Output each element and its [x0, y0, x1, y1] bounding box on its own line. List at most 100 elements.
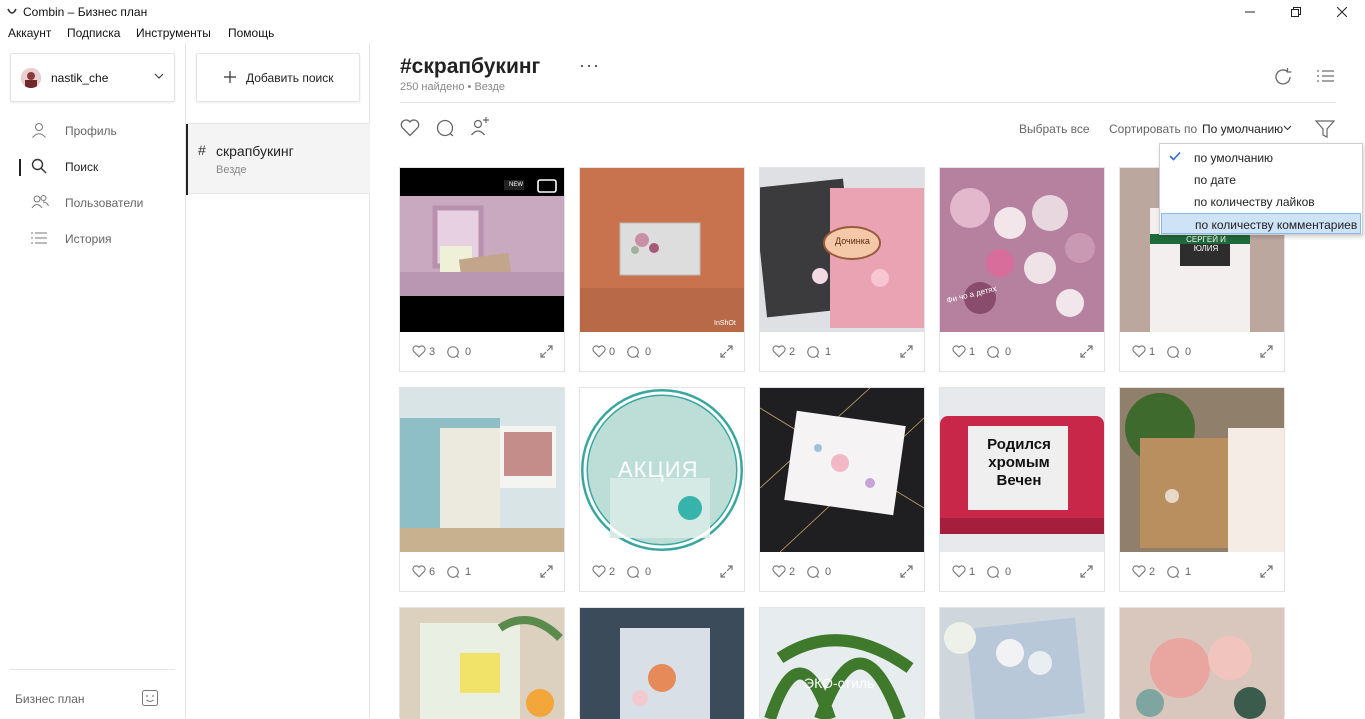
expand-icon[interactable] [900, 565, 913, 578]
post-stats: 0 0 [580, 332, 744, 372]
heart-icon[interactable] [592, 565, 606, 578]
post-image[interactable]: Дочинка [760, 168, 924, 332]
post-image[interactable] [400, 608, 564, 719]
sort-option-default[interactable]: по умолчанию [1161, 147, 1361, 168]
heart-icon[interactable] [412, 565, 426, 578]
post-card[interactable]: Фи чо а детях 1 0 [939, 167, 1105, 372]
comment-icon[interactable] [626, 345, 640, 359]
post-card[interactable]: 2 1 [1119, 387, 1285, 592]
post-card[interactable]: InShOt 0 0 [579, 167, 745, 372]
post-card[interactable]: NEW 3 0 [399, 167, 565, 372]
select-all-button[interactable]: Выбрать все [1019, 122, 1090, 136]
sort-option-comments[interactable]: по количеству комментариев [1161, 213, 1361, 234]
post-card[interactable] [579, 607, 745, 719]
post-card[interactable] [1119, 607, 1285, 719]
post-image[interactable] [760, 388, 924, 552]
follow-user-icon[interactable] [470, 116, 492, 136]
saved-search-item[interactable]: # скрапбукинг Везде [186, 123, 370, 195]
filter-icon[interactable] [1315, 119, 1335, 139]
like-count: 1 [969, 346, 976, 358]
post-image[interactable] [400, 388, 564, 552]
expand-icon[interactable] [1080, 345, 1093, 358]
sort-option-likes[interactable]: по количеству лайков [1161, 191, 1361, 212]
minimize-button[interactable] [1227, 0, 1273, 24]
post-image[interactable]: InShOt [580, 168, 744, 332]
account-selector[interactable]: nastik_che [10, 53, 175, 102]
nav-history[interactable]: История [0, 221, 185, 257]
sort-option-date[interactable]: по дате [1161, 169, 1361, 190]
comment-icon[interactable] [986, 565, 1000, 579]
restore-button[interactable] [1273, 0, 1319, 24]
post-image[interactable] [1120, 608, 1284, 719]
comment-icon[interactable] [435, 119, 455, 137]
nav-users[interactable]: Пользователи [0, 185, 185, 221]
close-button[interactable] [1319, 0, 1365, 24]
post-image[interactable] [580, 608, 744, 719]
nav-search[interactable]: Поиск [0, 149, 185, 185]
comment-icon[interactable] [626, 565, 640, 579]
app-logo-icon [7, 8, 17, 14]
menu-subscription[interactable]: Подписка [67, 26, 120, 40]
add-search-button[interactable]: Добавить поиск [196, 53, 360, 102]
like-count: 6 [429, 566, 436, 578]
expand-icon[interactable] [540, 345, 553, 358]
post-card[interactable]: ЭКО-стиль [759, 607, 925, 719]
restore-icon [1291, 7, 1301, 17]
post-image[interactable]: ЭКО-стиль [760, 608, 924, 719]
nav-profile[interactable]: Профиль [0, 113, 185, 149]
saved-search-name: скрапбукинг [216, 143, 294, 159]
post-card[interactable]: АКЦИЯ 2 0 [579, 387, 745, 592]
heart-icon[interactable] [772, 565, 786, 578]
comment-icon[interactable] [806, 565, 820, 579]
expand-icon[interactable] [720, 345, 733, 358]
comment-icon[interactable] [446, 345, 460, 359]
heart-icon[interactable] [1132, 345, 1146, 358]
expand-icon[interactable] [900, 345, 913, 358]
post-card[interactable] [399, 607, 565, 719]
refresh-icon[interactable] [1273, 67, 1293, 87]
post-image[interactable]: Родился хромым Вечен [940, 388, 1104, 552]
heart-icon[interactable] [1132, 565, 1146, 578]
search-icon [31, 158, 47, 174]
expand-icon[interactable] [1260, 345, 1273, 358]
post-image[interactable]: АКЦИЯ [580, 388, 744, 552]
post-image[interactable] [1120, 388, 1284, 552]
post-card[interactable]: 2 0 [759, 387, 925, 592]
list-view-icon[interactable] [1317, 69, 1334, 83]
post-image[interactable]: NEW [400, 168, 564, 332]
chevron-down-icon[interactable] [1283, 125, 1292, 131]
comment-icon[interactable] [806, 345, 820, 359]
smile-feedback-icon[interactable] [142, 690, 158, 706]
post-card[interactable]: 6 1 [399, 387, 565, 592]
comment-icon[interactable] [1166, 565, 1180, 579]
post-card[interactable]: Дочинка 2 1 [759, 167, 925, 372]
plan-label[interactable]: Бизнес план [15, 692, 85, 706]
sort-label: Сортировать по [1109, 122, 1198, 136]
hashtag-icon: # [198, 142, 206, 158]
expand-icon[interactable] [1080, 565, 1093, 578]
menu-account[interactable]: Аккаунт [8, 26, 51, 40]
menu-help[interactable]: Помощь [228, 26, 274, 40]
comment-count: 1 [465, 566, 472, 578]
expand-icon[interactable] [1260, 565, 1273, 578]
more-options-button[interactable]: ··· [579, 55, 600, 76]
post-image[interactable]: Фи чо а детях [940, 168, 1104, 332]
heart-icon[interactable] [772, 345, 786, 358]
post-card[interactable]: Родился хромым Вечен 1 0 [939, 387, 1105, 592]
post-card[interactable] [939, 607, 1105, 719]
heart-icon[interactable] [592, 345, 606, 358]
comment-icon[interactable] [1166, 345, 1180, 359]
expand-icon[interactable] [540, 565, 553, 578]
heart-icon[interactable] [412, 345, 426, 358]
menu-tools[interactable]: Инструменты [136, 26, 211, 40]
results-scope: Везде [474, 81, 506, 93]
expand-icon[interactable] [720, 565, 733, 578]
comment-icon[interactable] [986, 345, 1000, 359]
post-image[interactable] [940, 608, 1104, 719]
heart-icon[interactable] [952, 565, 966, 578]
comment-icon[interactable] [446, 565, 460, 579]
sort-select[interactable]: По умолчанию [1202, 122, 1283, 136]
heart-icon[interactable] [952, 345, 966, 358]
like-all-icon[interactable] [400, 119, 420, 137]
active-search-indicator [186, 124, 188, 195]
